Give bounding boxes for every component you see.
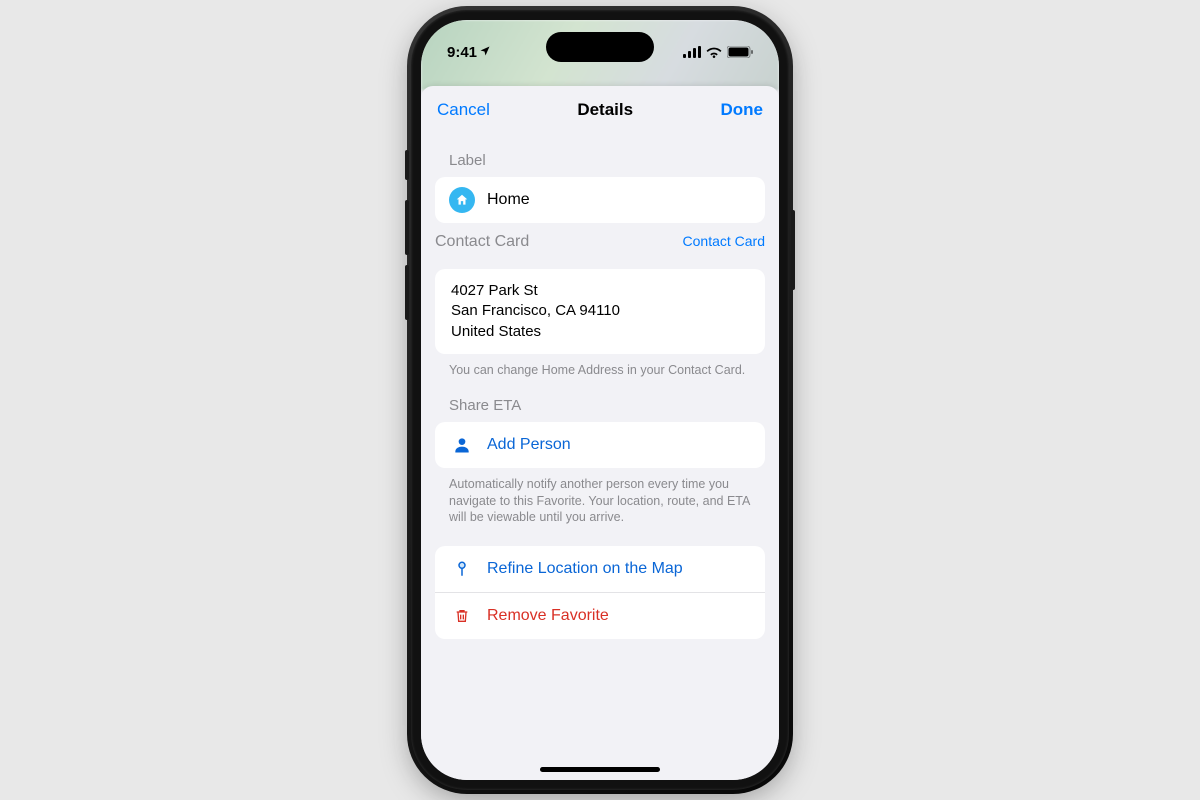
content-scroll[interactable]: Label Home Contact Card Contact Card	[421, 134, 779, 780]
phone-frame: 9:41	[411, 10, 789, 790]
address-line-2: San Francisco, CA 94110	[451, 301, 749, 321]
power-button	[791, 210, 795, 290]
add-person-label: Add Person	[487, 436, 571, 454]
person-icon	[449, 432, 475, 458]
label-value: Home	[487, 191, 530, 209]
done-button[interactable]: Done	[720, 100, 763, 120]
home-icon	[449, 187, 475, 213]
share-eta-card: Add Person	[435, 422, 765, 468]
cellular-icon	[683, 46, 701, 58]
volume-down-button	[405, 265, 409, 320]
pin-icon	[449, 556, 475, 582]
add-person-row[interactable]: Add Person	[435, 422, 765, 468]
volume-up-button	[405, 200, 409, 255]
remove-favorite-row[interactable]: Remove Favorite	[435, 592, 765, 639]
refine-location-row[interactable]: Refine Location on the Map	[435, 546, 765, 592]
home-indicator[interactable]	[540, 767, 660, 772]
contact-card-link[interactable]: Contact Card	[683, 233, 765, 249]
label-section-header: Label	[421, 134, 779, 175]
remove-favorite-label: Remove Favorite	[487, 607, 609, 625]
page-title: Details	[577, 100, 633, 120]
wifi-icon	[706, 46, 722, 58]
refine-location-label: Refine Location on the Map	[487, 560, 683, 578]
screen: 9:41	[421, 20, 779, 780]
actions-card: Refine Location on the Map Remove Favori…	[435, 546, 765, 639]
contact-footer-note: You can change Home Address in your Cont…	[421, 354, 779, 379]
address-line-3: United States	[451, 322, 749, 342]
cancel-button[interactable]: Cancel	[437, 100, 490, 120]
contact-header-text: Contact Card	[435, 233, 529, 251]
battery-icon	[727, 46, 753, 58]
dynamic-island	[546, 32, 654, 62]
address-line-1: 4027 Park St	[451, 281, 749, 301]
contact-section-header: Contact Card Contact Card	[421, 223, 779, 267]
share-eta-header: Share ETA	[421, 379, 779, 420]
label-row[interactable]: Home	[435, 177, 765, 223]
nav-bar: Cancel Details Done	[421, 86, 779, 134]
details-sheet: Cancel Details Done Label Home	[421, 86, 779, 780]
status-time: 9:41	[447, 44, 477, 61]
side-button	[405, 150, 409, 180]
contact-card: 4027 Park St San Francisco, CA 94110 Uni…	[435, 269, 765, 354]
trash-icon	[449, 603, 475, 629]
location-icon	[479, 44, 491, 61]
label-card: Home	[435, 177, 765, 223]
address-block: 4027 Park St San Francisco, CA 94110 Uni…	[435, 269, 765, 354]
share-eta-note: Automatically notify another person ever…	[421, 468, 779, 527]
